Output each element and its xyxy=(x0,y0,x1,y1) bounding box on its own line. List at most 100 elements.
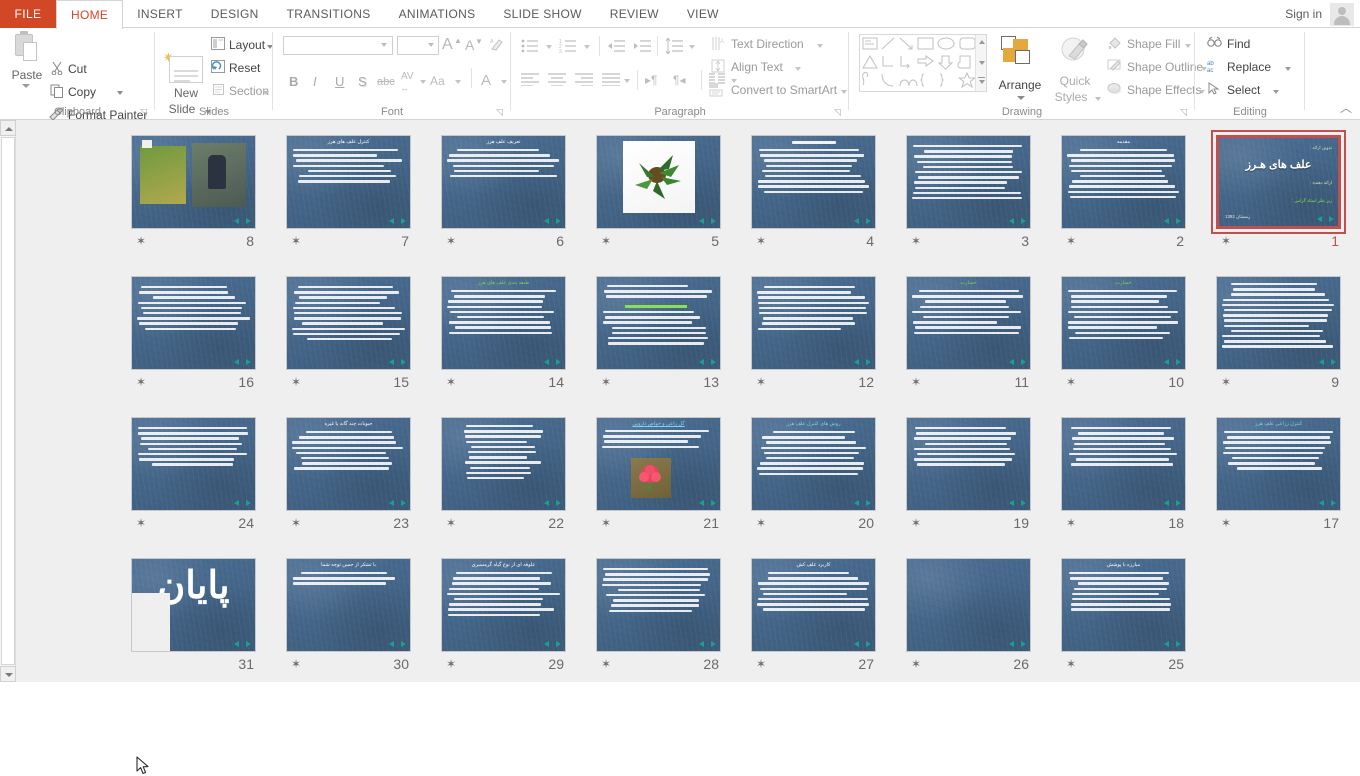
slide-canvas[interactable] xyxy=(906,135,1031,229)
copy-button[interactable]: Copy xyxy=(68,85,96,99)
paste-icon[interactable] xyxy=(13,31,39,64)
slide-canvas[interactable] xyxy=(751,135,876,229)
align-center-icon[interactable] xyxy=(548,72,566,86)
tab-review[interactable]: REVIEW xyxy=(596,0,673,28)
font-name-input[interactable] xyxy=(283,36,393,55)
copy-dropdown-caret-icon[interactable] xyxy=(117,91,123,95)
text-direction-button[interactable]: Text Direction xyxy=(731,37,804,51)
slide-animation-star-icon[interactable]: ✶ xyxy=(601,657,611,671)
slide-animation-star-icon[interactable]: ✶ xyxy=(291,234,301,248)
paste-button[interactable]: Paste xyxy=(6,68,48,82)
tab-home[interactable]: HOME xyxy=(56,0,124,29)
reset-button[interactable]: Reset xyxy=(229,61,260,75)
slide-animation-star-icon[interactable]: ✶ xyxy=(601,375,611,389)
slide-animation-star-icon[interactable]: ✶ xyxy=(1221,375,1231,389)
font-color-caret-icon[interactable] xyxy=(501,80,507,84)
scroll-down-arrow[interactable] xyxy=(0,666,16,682)
slide-canvas[interactable]: کاربرد علف کش xyxy=(751,558,876,652)
numbering-icon[interactable]: 1 2 3 xyxy=(559,38,577,54)
arrange-button[interactable]: Arrange xyxy=(993,78,1047,92)
align-text-button[interactable]: Align Text xyxy=(731,60,783,74)
italic-button[interactable]: I xyxy=(313,74,317,89)
slide-canvas[interactable] xyxy=(596,135,721,229)
slide-animation-star-icon[interactable]: ✶ xyxy=(1221,516,1231,530)
slide-canvas[interactable]: پایان xyxy=(131,558,256,652)
slide-animation-star-icon[interactable]: ✶ xyxy=(291,375,301,389)
quick-styles-icon[interactable] xyxy=(1057,36,1093,66)
bullets-icon[interactable] xyxy=(521,38,539,54)
slide-animation-star-icon[interactable]: ✶ xyxy=(1066,234,1076,248)
slide-animation-star-icon[interactable]: ✶ xyxy=(291,516,301,530)
slide-animation-star-icon[interactable]: ✶ xyxy=(136,234,146,248)
slide-animation-star-icon[interactable]: ✶ xyxy=(601,516,611,530)
slide-canvas[interactable] xyxy=(131,135,256,229)
slide-canvas[interactable]: خسارت xyxy=(906,276,1031,370)
slide-canvas[interactable] xyxy=(286,276,411,370)
slide-canvas[interactable]: خسارت xyxy=(1061,276,1186,370)
slide-canvas[interactable] xyxy=(751,276,876,370)
shape-effects-button[interactable]: Shape Effects xyxy=(1127,83,1202,97)
slide-animation-star-icon[interactable]: ✶ xyxy=(911,657,921,671)
slide-canvas[interactable] xyxy=(906,558,1031,652)
slide-animation-star-icon[interactable]: ✶ xyxy=(601,234,611,248)
increase-indent-icon[interactable] xyxy=(633,39,651,53)
bold-button[interactable]: B xyxy=(289,74,298,89)
slide-animation-star-icon[interactable]: ✶ xyxy=(1066,375,1076,389)
arrange-icon[interactable] xyxy=(1001,36,1035,66)
increase-font-size-button[interactable]: A xyxy=(442,36,453,54)
paste-dropdown-caret-icon[interactable] xyxy=(22,84,30,88)
slide-animation-star-icon[interactable]: ✶ xyxy=(1066,516,1076,530)
font-name-caret-icon[interactable] xyxy=(381,43,387,47)
strikethrough-button[interactable]: abc xyxy=(377,76,395,88)
align-left-icon[interactable] xyxy=(521,72,539,86)
character-spacing-caret-icon[interactable] xyxy=(420,80,426,84)
find-button[interactable]: Find xyxy=(1227,37,1250,51)
decrease-indent-icon[interactable] xyxy=(607,39,625,53)
font-color-button[interactable]: A xyxy=(481,72,491,89)
slide-animation-star-icon[interactable]: ✶ xyxy=(446,375,456,389)
slide-canvas[interactable]: روش های کنترل علف هرز xyxy=(751,417,876,511)
line-spacing-icon[interactable] xyxy=(665,38,683,54)
shape-fill-button[interactable]: Shape Fill xyxy=(1127,37,1180,51)
reset-icon[interactable] xyxy=(211,60,225,73)
slide-animation-star-icon[interactable]: ✶ xyxy=(911,234,921,248)
layout-button[interactable]: Layout xyxy=(229,38,265,52)
slide-canvas[interactable]: علوفه ای از نوع گیاه گرمسیری xyxy=(441,558,566,652)
slide-animation-star-icon[interactable]: ✶ xyxy=(1221,234,1231,248)
align-right-icon[interactable] xyxy=(575,72,593,86)
slide-canvas[interactable] xyxy=(1216,276,1341,370)
slide-animation-star-icon[interactable]: ✶ xyxy=(446,234,456,248)
select-button[interactable]: Select xyxy=(1227,83,1260,97)
text-shadow-button[interactable]: S xyxy=(358,74,367,89)
find-icon[interactable] xyxy=(1207,36,1222,50)
new-slide-button-line1[interactable]: New xyxy=(163,86,209,100)
shape-outline-button[interactable]: Shape Outline xyxy=(1127,60,1203,74)
shapes-scroll-up-icon[interactable] xyxy=(979,40,985,44)
decrease-font-size-button[interactable]: A xyxy=(465,37,474,53)
tab-view[interactable]: VIEW xyxy=(673,0,733,28)
justify-caret-icon[interactable] xyxy=(624,79,630,83)
slide-animation-star-icon[interactable]: ✶ xyxy=(911,516,921,530)
select-icon[interactable] xyxy=(1208,82,1221,96)
slide-animation-star-icon[interactable]: ✶ xyxy=(136,375,146,389)
copy-icon[interactable] xyxy=(50,84,64,98)
slide-animation-star-icon[interactable]: ✶ xyxy=(446,516,456,530)
replace-caret-icon[interactable] xyxy=(1285,67,1291,71)
clear-formatting-icon[interactable]: A xyxy=(488,37,504,53)
slide-canvas[interactable] xyxy=(1061,417,1186,511)
slide-canvas[interactable]: کنترل علف های هرز xyxy=(286,135,411,229)
clipboard-dialog-launcher[interactable]: ◹ xyxy=(140,108,149,117)
replace-button[interactable]: Replace xyxy=(1227,60,1271,74)
numbering-caret-icon[interactable] xyxy=(584,45,590,49)
account-person-icon[interactable] xyxy=(1330,3,1354,26)
font-size-caret-icon[interactable] xyxy=(428,43,434,47)
tab-design[interactable]: DESIGN xyxy=(197,0,273,28)
slide-canvas[interactable] xyxy=(131,417,256,511)
bullets-caret-icon[interactable] xyxy=(546,45,552,49)
section-caret-icon[interactable] xyxy=(263,91,269,95)
slide-canvas[interactable]: حبوبات چند گانه یا غیره xyxy=(286,417,411,511)
line-spacing-caret-icon[interactable] xyxy=(689,45,695,49)
tab-file[interactable]: FILE xyxy=(0,0,56,28)
paragraph-dialog-launcher[interactable]: ◹ xyxy=(834,108,843,117)
slide-canvas[interactable]: گل راعی و خواص دارویی xyxy=(596,417,721,511)
